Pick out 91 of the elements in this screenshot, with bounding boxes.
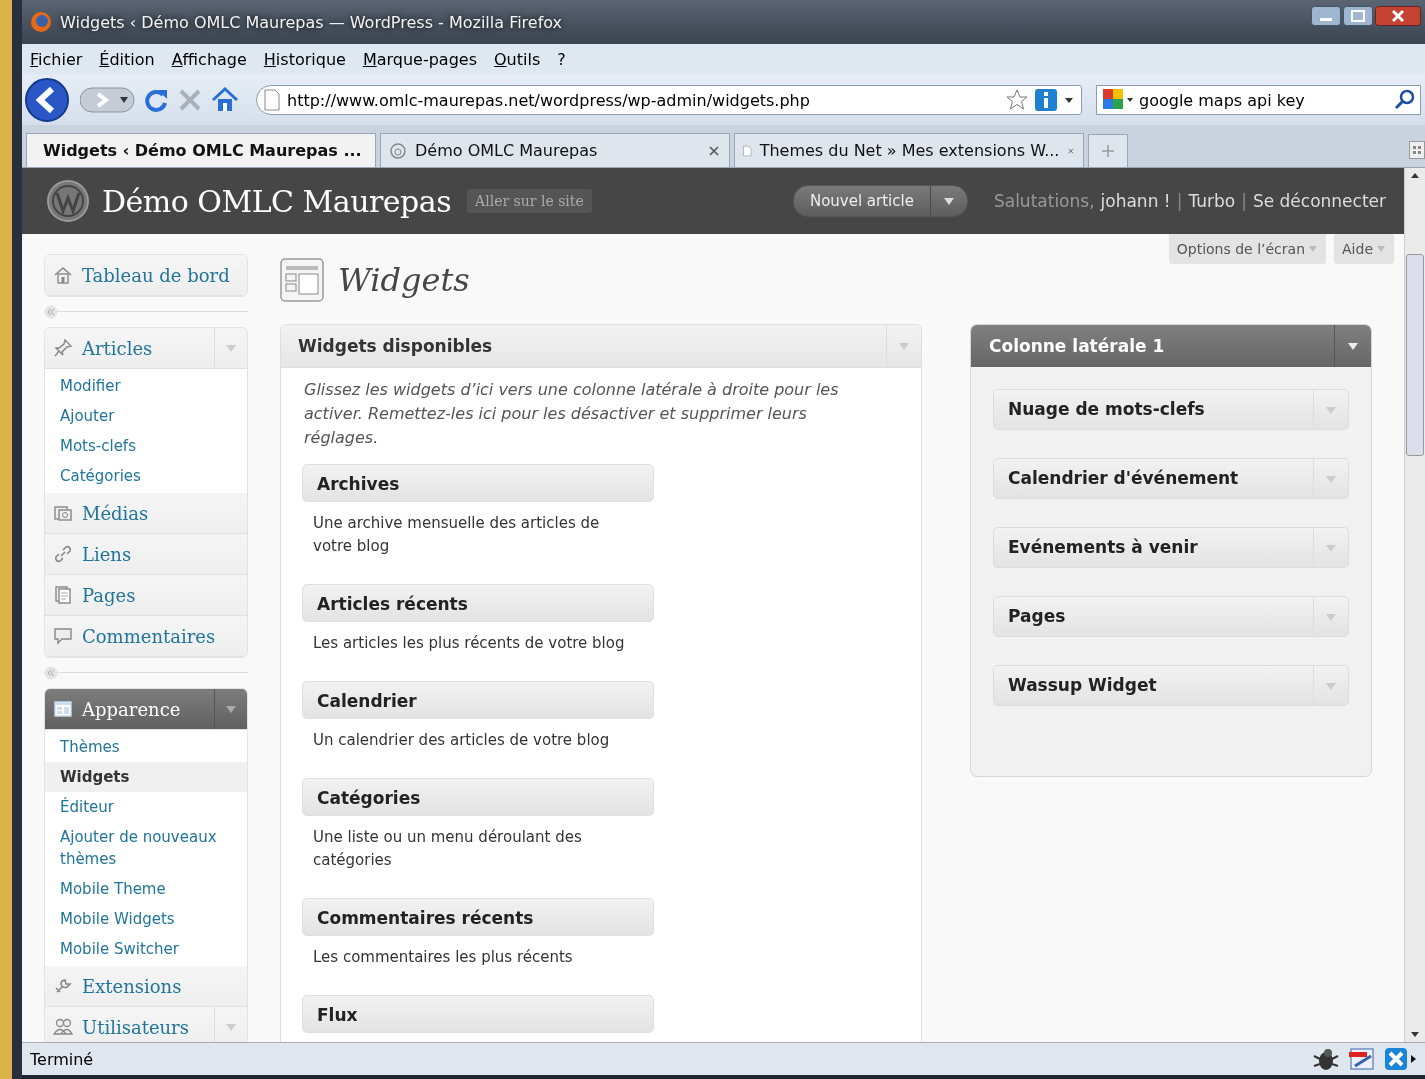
- user-link[interactable]: johann !: [1100, 191, 1171, 211]
- new-tab-button[interactable]: [1088, 134, 1128, 167]
- panel-title: Widgets disponibles: [297, 335, 494, 358]
- info-icon[interactable]: [1035, 89, 1057, 111]
- widget-description: Un calendrier des articles de votre blog: [313, 730, 611, 751]
- separator: |: [1176, 191, 1183, 211]
- submenu-item[interactable]: Thèmes: [45, 732, 247, 762]
- menu-item[interactable]: ?: [557, 50, 566, 69]
- caret-icon[interactable]: [942, 196, 955, 206]
- page-title: Widgets: [338, 261, 470, 299]
- logout-link[interactable]: Se déconnecter: [1252, 191, 1386, 211]
- widget-description: Les commentaires les plus récents: [313, 947, 574, 968]
- minimize-icon[interactable]: [1311, 6, 1341, 26]
- submenu-item[interactable]: Mots-clefs: [45, 431, 247, 461]
- submenu-item[interactable]: Mobile Widgets: [45, 904, 247, 934]
- wordpress-logo-icon[interactable]: [46, 179, 90, 223]
- turbo-link[interactable]: Turbo: [1188, 191, 1236, 211]
- firefox-icon[interactable]: [30, 11, 52, 33]
- greeting-text: Salutations,: [993, 191, 1095, 211]
- search-icon[interactable]: [1394, 89, 1416, 111]
- tab-list-icon[interactable]: [1409, 141, 1425, 159]
- widget-title-bar[interactable]: Calendrier: [302, 681, 654, 719]
- pdf-icon[interactable]: [1347, 1046, 1377, 1072]
- forward-icon[interactable]: [80, 85, 136, 115]
- instructions-text: Glissez les widgets d’ici vers une colonne latérale à droite pour les activer. Remettez-les ici pour les désactiver et supprimer leurs réglages.: [304, 379, 840, 449]
- status-text: Terminé: [30, 1049, 94, 1069]
- menu-item[interactable]: Outils: [494, 50, 541, 69]
- window-title: Widgets ‹ Démo OMLC Maurepas — WordPress - Mozilla Firefox: [60, 12, 564, 32]
- caret-icon[interactable]: [225, 704, 237, 714]
- menu-item[interactable]: Fichier: [30, 50, 83, 69]
- speech-bubble-icon: [53, 626, 73, 646]
- pages-icon: [53, 585, 73, 605]
- widget-description: Une archive mensuelle des articles de votre blog: [313, 513, 601, 557]
- menu-item[interactable]: Historique: [263, 50, 346, 69]
- browser-tab[interactable]: Démo OMLC Maurepas: [380, 133, 730, 167]
- menu-item[interactable]: Commentaires: [45, 616, 247, 656]
- submenu-item[interactable]: Éditeur: [45, 792, 247, 822]
- widget-title-bar[interactable]: Flux: [302, 995, 654, 1033]
- photos-icon: [53, 503, 73, 523]
- submenu-item[interactable]: Widgets: [45, 762, 247, 792]
- collapse-icon[interactable]: [44, 666, 58, 680]
- layout-icon: [53, 699, 73, 719]
- site-title: Démo OMLC Maurepas: [102, 183, 452, 219]
- widget-title-bar[interactable]: Archives: [302, 464, 654, 502]
- pushpin-icon: [53, 338, 73, 358]
- widgets-page-icon: [280, 258, 324, 302]
- browser-tab[interactable]: Themes du Net » Mes extensions W...: [734, 133, 1084, 167]
- page-icon[interactable]: [263, 89, 281, 111]
- close-icon[interactable]: [1375, 6, 1421, 26]
- plus-icon[interactable]: [1101, 144, 1115, 158]
- help-button[interactable]: Aide: [1334, 234, 1394, 264]
- browser-tab[interactable]: Widgets ‹ Démo OMLC Maurepas ...: [26, 133, 376, 167]
- people-icon: [53, 1017, 73, 1037]
- house-icon: [53, 265, 73, 285]
- maximize-icon[interactable]: [1343, 6, 1373, 26]
- menu-item[interactable]: Pages: [45, 575, 247, 615]
- menu-item[interactable]: Marque-pages: [362, 50, 477, 69]
- favicon-icon[interactable]: [389, 141, 407, 160]
- bookmark-star-icon[interactable]: [1005, 88, 1029, 112]
- caret-icon[interactable]: [1347, 341, 1359, 351]
- panel-title: Colonne latérale 1: [988, 335, 1166, 358]
- widget-title-bar[interactable]: Catégories: [302, 778, 654, 816]
- submenu-item[interactable]: Ajouter de nouveaux thèmes: [45, 822, 247, 874]
- home-icon[interactable]: [210, 86, 240, 114]
- separator: |: [1241, 191, 1247, 211]
- submenu-item[interactable]: Mobile Theme: [45, 874, 247, 904]
- collapse-icon[interactable]: [44, 305, 58, 319]
- address-bar[interactable]: http://www.omlc-maurepas.net/wordpress/wp-admin/widgets.php: [256, 85, 1082, 115]
- scroll-thumb[interactable]: [1406, 254, 1424, 456]
- widget-description: Les articles les plus récents de votre blog: [313, 633, 626, 654]
- menu-item[interactable]: Médias: [45, 493, 247, 533]
- menu-item[interactable]: Tableau de bord: [45, 255, 247, 295]
- submenu-item[interactable]: Mobile Switcher: [45, 934, 247, 964]
- widget-title-bar[interactable]: Articles récents: [302, 584, 654, 622]
- menu-item[interactable]: Liens: [45, 534, 247, 574]
- menu-item[interactable]: Utilisateurs: [45, 1007, 214, 1042]
- submenu-item[interactable]: Modifier: [45, 371, 247, 401]
- menu-item[interactable]: Édition: [99, 50, 155, 69]
- menu-item[interactable]: Articles: [45, 328, 214, 368]
- close-icon[interactable]: [707, 143, 721, 158]
- menu-item[interactable]: Extensions: [45, 966, 247, 1006]
- submenu-item[interactable]: Catégories: [45, 461, 247, 491]
- screen-options-button[interactable]: Options de l’écran: [1168, 234, 1327, 264]
- bug-icon[interactable]: [1311, 1046, 1341, 1072]
- menu-item[interactable]: Affichage: [171, 50, 247, 69]
- widget-title-bar[interactable]: Commentaires récents: [302, 898, 654, 936]
- widget-description: Une liste ou un menu déroulant des catégories: [313, 827, 583, 871]
- scrollbar[interactable]: [1404, 168, 1425, 1042]
- search-bar[interactable]: google maps api key: [1096, 85, 1421, 115]
- submenu-item[interactable]: Ajouter: [45, 401, 247, 431]
- chain-link-icon: [53, 544, 73, 564]
